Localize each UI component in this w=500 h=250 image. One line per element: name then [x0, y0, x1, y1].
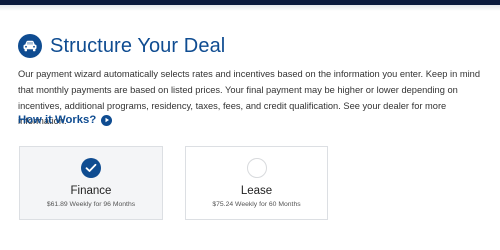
car-icon: [18, 34, 42, 58]
empty-radio-icon[interactable]: [246, 158, 267, 178]
lease-payment: $75.24 Weekly for 60 Months: [212, 201, 301, 208]
how-it-works-label: How it Works?: [18, 114, 97, 126]
section-header: Structure Your Deal: [18, 34, 225, 58]
finance-payment: $61.89 Weekly for 96 Months: [46, 201, 136, 208]
page-title: Structure Your Deal: [50, 34, 226, 57]
how-it-works-link[interactable]: How it Works?: [18, 114, 113, 126]
finance-label: Finance: [70, 185, 112, 197]
finance-option-card[interactable]: Finance $61.89 Weekly for 96 Months: [19, 146, 163, 220]
lease-label: Lease: [240, 185, 273, 197]
play-circle-icon: [101, 114, 113, 126]
checkmark-icon[interactable]: [81, 158, 101, 178]
header-shadow: [0, 5, 500, 11]
lease-option-card[interactable]: Lease $75.24 Weekly for 60 Months: [185, 146, 328, 220]
